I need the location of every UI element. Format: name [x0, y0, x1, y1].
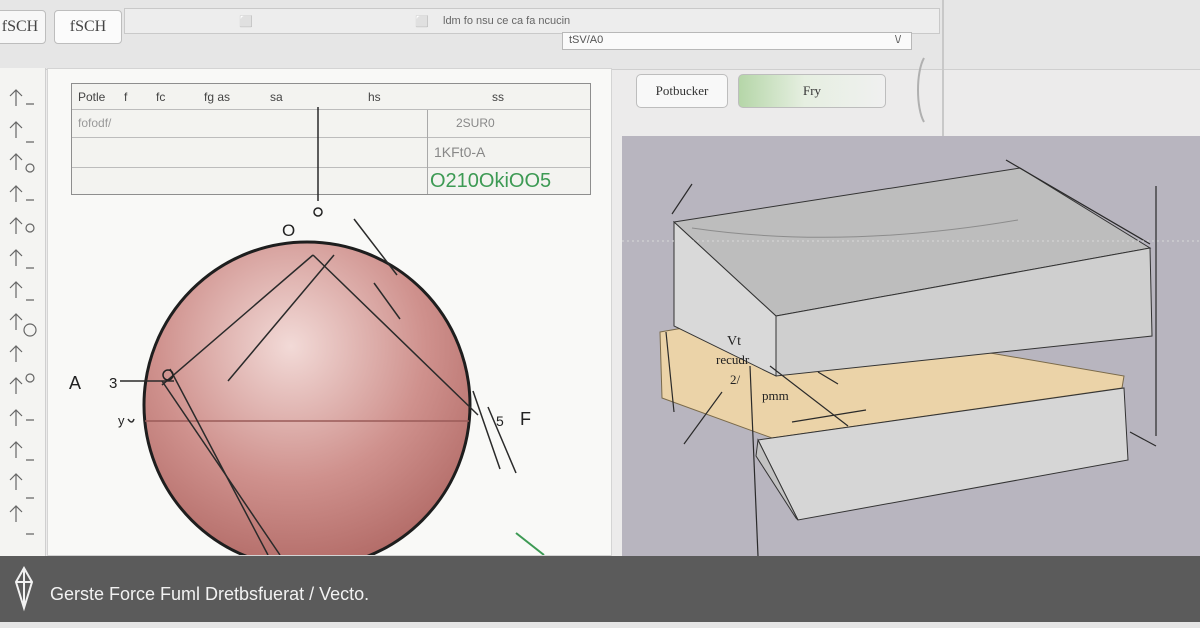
toolbar-field-text: tSV/A0: [569, 34, 604, 46]
left-canvas-panel[interactable]: Potle f fc fg as sa hs ss fofodf/ 2SUR0 …: [47, 68, 612, 556]
label-o-upper: O: [282, 221, 296, 240]
label-f-mark: 5: [496, 413, 504, 429]
point-o-marker[interactable]: [313, 207, 323, 217]
bottom-strip: [0, 622, 1200, 628]
label-a-mark: 3: [109, 375, 118, 392]
potbucker-button[interactable]: Potbucker: [636, 74, 728, 108]
toolbar-tab-label: fSCH: [69, 18, 107, 35]
app-logo-icon: [14, 565, 34, 612]
label-a: A: [69, 373, 82, 393]
annotation-3: 2/: [730, 372, 741, 387]
potbucker-button-label: Potbucker: [655, 83, 709, 98]
annotation-4: pmm: [762, 388, 789, 403]
toolbar-menu-icon: ⬜: [239, 16, 253, 28]
toolbar-menu-text: ldm fo nsu ce ca fa ncucin: [443, 15, 571, 27]
toolbar-input-field[interactable]: tSV/A0 \/: [562, 32, 912, 50]
primary-action-button[interactable]: Fry: [738, 74, 886, 108]
box-diagram[interactable]: [622, 136, 1200, 556]
label-f: F: [520, 409, 531, 429]
scroll-handle-icon[interactable]: [912, 52, 936, 128]
toolbar-menu-icon-2: ⬜: [415, 16, 429, 28]
toolbar-left-button-label: fSCH: [1, 18, 39, 35]
chevron-icon: \/: [895, 34, 902, 46]
toolbar-tab[interactable]: fSCH: [54, 10, 122, 44]
toolbar-left-button[interactable]: fSCH: [0, 10, 46, 44]
vector-line: [472, 390, 501, 470]
right-3d-panel[interactable]: Vt recudr 2/ pmm: [622, 136, 1200, 556]
annotation-2: recudr: [716, 352, 750, 367]
force-diagram[interactable]: [48, 69, 612, 556]
toolbar-divider: [942, 0, 944, 136]
top-toolbar: fSCH fSCH ⬜ ⬜ ldm fo nsu ce ca fa ncucin…: [0, 0, 1200, 136]
toolbar-menu[interactable]: ⬜ ⬜ ldm fo nsu ce ca fa ncucin: [124, 8, 940, 34]
primary-action-button-label: Fry: [802, 83, 822, 98]
green-vector-line: [515, 532, 545, 555]
tick-mark: [127, 418, 135, 423]
label-small: y: [118, 413, 125, 428]
guide-line: [1129, 431, 1157, 447]
gutter-marks: [9, 89, 37, 535]
left-gutter: [0, 68, 46, 556]
footer-title: Gerste Force Fuml Dretbsfuerat / Vecto.: [50, 584, 370, 604]
footer-bar: Gerste Force Fuml Dretbsfuerat / Vecto.: [0, 556, 1200, 622]
sphere-shape[interactable]: [142, 240, 472, 556]
guide-line: [671, 183, 693, 215]
annotation-1: Vt: [727, 334, 741, 349]
